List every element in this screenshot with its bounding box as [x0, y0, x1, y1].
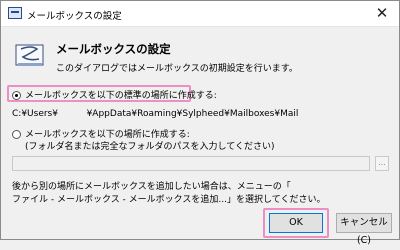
browse-button[interactable]: ... [375, 156, 389, 171]
note-line-1: 後から別の場所にメールボックスを追加したい場合は、メニューの「 [12, 182, 291, 192]
settings-dialog: メールボックスの設定 ✕ メールボックスの設定 このダイアログではメールボックス… [0, 0, 400, 246]
window-title: メールボックスの設定 [27, 11, 122, 22]
cancel-button[interactable]: キャンセル(C) [336, 213, 392, 246]
default-location-radio[interactable]: メールボックスを以下の標準の場所に作成する: [12, 88, 217, 101]
header-description: このダイアログではメールボックスの初期設定を行います。 [56, 64, 298, 74]
radio-unchecked-icon[interactable] [12, 130, 21, 139]
custom-path-input[interactable] [12, 156, 370, 171]
app-icon [8, 7, 22, 19]
title-bar[interactable]: メールボックスの設定 ✕ [1, 1, 399, 27]
mailbox-icon [15, 44, 44, 66]
header-title: メールボックスの設定 [56, 42, 171, 56]
custom-location-hint: (フォルダ名または完全なフォルダのパスを入力してください) [25, 142, 275, 152]
close-button[interactable]: ✕ [365, 1, 399, 26]
radio-checked-icon[interactable] [12, 91, 21, 100]
note-line-2: ファイル - メールボックス - メールボックスを追加...」を選択してください… [12, 195, 326, 205]
note-text: 後から別の場所にメールボックスを追加したい場合は、メニューの「 ファイル - メ… [12, 181, 325, 207]
default-location-label: メールボックスを以下の標準の場所に作成する: [25, 91, 217, 101]
ok-button[interactable]: OK [269, 213, 323, 233]
default-path: C:¥Users¥ ¥AppData¥Roaming¥Sylpheed¥Mail… [12, 109, 299, 119]
